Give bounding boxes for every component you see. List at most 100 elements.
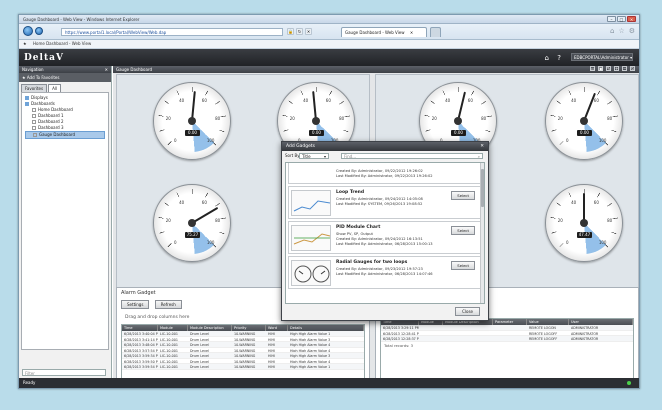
select-button[interactable]: Select [451, 226, 475, 235]
settings-button[interactable]: Settings [121, 300, 150, 309]
favorites-star-icon[interactable]: ☆ [618, 27, 624, 35]
table-cell: High High Alarm Value 4 [290, 343, 331, 347]
close-window-button[interactable]: × [627, 16, 636, 22]
minimize-button[interactable]: – [607, 16, 616, 22]
gauge-tick-label: 20 [165, 218, 171, 224]
table-cell [443, 325, 493, 330]
gauge-tick-label: 60 [201, 199, 207, 205]
gauge-hub [312, 117, 320, 125]
favorites-link[interactable]: Home Dashboard - Web View [33, 41, 91, 46]
favorites-icon[interactable]: ★ [23, 41, 27, 46]
dashboard-icon [32, 108, 36, 112]
gadget-list-item[interactable]: Radial Gauges for two loops Select Created… [288, 256, 482, 289]
tools-gear-icon[interactable]: ⚙ [629, 27, 635, 35]
radial-gauge: 0 20 40 60 80 100 75.27 [153, 184, 231, 262]
table-cell: 10-WARNING [234, 337, 256, 342]
gauge-readout: 0.00 [185, 130, 200, 137]
gauge-tick-label: 40 [179, 199, 185, 205]
gauge-tick-label: 80 [481, 116, 487, 122]
gauge-tick-label: 0 [566, 137, 569, 143]
ie-tools: ⌂ ☆ ⚙ [610, 27, 635, 35]
gauge-tick-label: 100 [206, 137, 215, 143]
gauge-tick-label: 40 [571, 199, 577, 205]
remove-icon[interactable]: − [622, 66, 627, 71]
home-icon[interactable]: ⌂ [545, 54, 549, 62]
forward-button[interactable] [35, 27, 43, 35]
refresh-icon[interactable]: ↻ [296, 28, 303, 35]
gauge-readout: 47.47 [577, 232, 592, 239]
close-icon[interactable]: ✕ [105, 67, 108, 72]
gauge-tick-label: 60 [201, 97, 207, 103]
star-icon: ★ [22, 75, 26, 80]
address-input[interactable]: https://www.portal1.local/Portal/WebView… [61, 28, 283, 36]
sort-by-select[interactable]: Title ▾ [299, 153, 329, 159]
gauge-readout: 0.00 [309, 130, 324, 137]
gauge-tick-label: 0 [174, 137, 177, 143]
status-bar: Ready [19, 378, 639, 388]
navigation-filter-input[interactable]: Filter [22, 369, 106, 376]
gadget-list-item[interactable]: Created By: Administrator, 09/22/2012 19… [288, 163, 482, 184]
table-cell: Drum Level [190, 365, 209, 369]
settings-icon[interactable]: ✎ [606, 66, 611, 71]
table-cell: LIC-10-001 [160, 332, 178, 336]
scrollbar-thumb[interactable] [481, 169, 484, 207]
table-cell: REMOTE LOGOFF [529, 331, 558, 336]
navigation-tree: Displays Dashboards Home Dashboard Dashb… [21, 92, 109, 350]
navigation-panel: Navigation ✕ ★ Add To Favorites Favorite… [19, 66, 112, 380]
table-cell: Drum Level [190, 343, 209, 347]
gadget-list-item[interactable]: Loop Trend Select Created By: Administrato… [288, 186, 482, 219]
select-button[interactable]: Select [451, 261, 475, 270]
refresh-icon[interactable]: ↻ [630, 66, 635, 71]
tree-item-gauge-dashboard[interactable]: Gauge Dashboard [25, 131, 105, 139]
table-cell: LIC-10-001 [160, 348, 178, 353]
tab-all[interactable]: All [48, 84, 62, 92]
table-cell: 6/28/2013 3:59:34 PM [124, 354, 158, 358]
table-cell: 6/28/2013 3:59:50 PM [124, 359, 158, 364]
folder-icon [25, 96, 29, 100]
table-cell: 10-WARNING [234, 354, 256, 358]
gauge-tick-label: 80 [215, 116, 221, 122]
table-cell: LIC-10-001 [160, 359, 178, 364]
total-records: Total records: 3 [384, 342, 414, 348]
maximize-button[interactable]: □ [617, 16, 626, 22]
tab-favorites[interactable]: Favorites [21, 84, 48, 92]
tab-close-icon[interactable]: ✕ [410, 30, 413, 35]
add-to-favorites-button[interactable]: ★ Add To Favorites [19, 73, 111, 82]
gadget-list-item[interactable]: PID Module Chart Select Show PV, SP, Outpu… [288, 221, 482, 254]
navigation-title: Navigation [22, 67, 44, 72]
table-cell [419, 336, 443, 341]
gadget-meta: Last Modified By: Administrator, 06/28/2… [336, 272, 433, 276]
stop-icon[interactable]: ✕ [305, 28, 312, 35]
gauge-tick-label: 0 [174, 239, 177, 245]
add-icon[interactable]: + [614, 66, 619, 71]
tab-gauge-dashboard[interactable]: Gauge Dashboard - Web View ✕ [341, 27, 427, 37]
gadget-list-scrollbar[interactable] [480, 163, 484, 303]
table-row[interactable]: 6/28/2013 3:59:54 PM LIC-10-001 Drum Level… [122, 364, 364, 370]
gauge-tick-label: 20 [165, 116, 171, 122]
gauge-tick-label: 80 [339, 116, 345, 122]
dashboard-icon [32, 126, 36, 130]
gadget-name: Loop Trend [336, 190, 365, 195]
select-button[interactable]: Select [451, 191, 475, 200]
close-dialog-button[interactable]: Close [455, 307, 480, 316]
user-menu[interactable]: EDBCPORTAL\Administrator ▾ [571, 53, 633, 61]
table-cell: High High Alarm Value 4 [290, 348, 331, 353]
gauge-tick-label: 20 [557, 116, 563, 122]
connection-status-icon [627, 381, 631, 385]
refresh-button[interactable]: Refresh [154, 300, 182, 309]
home-icon[interactable]: ⌂ [610, 27, 614, 35]
new-tab-button[interactable] [430, 27, 441, 37]
address-toolbar: https://www.portal1.local/Portal/WebView… [19, 24, 639, 40]
dashboard-icon [32, 114, 36, 118]
back-button[interactable] [23, 26, 33, 36]
gadget-search-input[interactable]: Find... ⌕ [341, 153, 483, 159]
close-icon[interactable]: ✕ [480, 144, 484, 149]
gadget-meta: Created By: Administrator, 09/24/2012 16… [336, 237, 423, 241]
radial-gauge-icon [294, 265, 330, 283]
table-cell: HIHI [268, 359, 275, 364]
help-icon[interactable]: ? [557, 54, 561, 62]
layout-icon[interactable]: ▭ [590, 66, 595, 71]
dashboard-icon [33, 133, 37, 137]
save-icon[interactable]: ▣ [598, 66, 603, 71]
lock-icon[interactable]: 🔒 [287, 28, 294, 35]
